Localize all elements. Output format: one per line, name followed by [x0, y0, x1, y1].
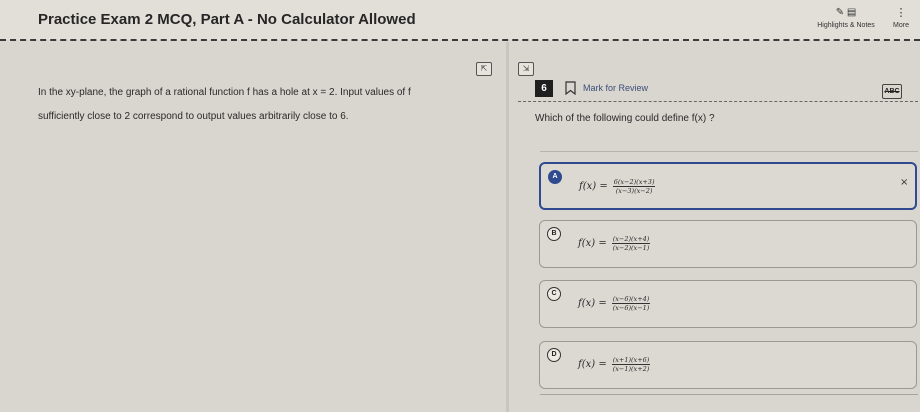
highlights-notes-button[interactable]: ✎ ▤ Highlights & Notes	[814, 6, 878, 36]
expand-left-icon[interactable]: ⇱	[476, 62, 492, 76]
question-number: 6	[535, 80, 553, 97]
choice-d[interactable]: D f(x) = (x+1)(x+6) (x−1)(x+2)	[539, 341, 917, 389]
header-divider	[0, 39, 920, 41]
choice-c-lhs: f(x) =	[578, 297, 607, 309]
choice-letter-b: B	[547, 227, 561, 241]
expand-right-icon[interactable]: ⇲	[518, 62, 534, 76]
choice-c-denominator: (x−6)(x−1)	[612, 303, 650, 312]
more-button[interactable]: ⋮ More	[886, 6, 916, 36]
highlight-pen-icon: ✎ ▤	[835, 7, 857, 18]
choice-c-fraction: (x−6)(x+4) (x−6)(x−1)	[611, 294, 651, 312]
bookmark-icon[interactable]	[565, 81, 576, 95]
more-vertical-icon: ⋮	[895, 7, 907, 19]
choices-bottom-rule	[540, 394, 918, 395]
choice-a-numerator: 6(x−2)(x+3)	[612, 177, 656, 187]
choice-letter-c: C	[547, 287, 561, 301]
choice-c[interactable]: C f(x) = (x−6)(x+4) (x−6)(x−1)	[539, 280, 917, 328]
choice-b-numerator: (x−2)(x+4)	[611, 234, 651, 244]
highlights-notes-label: Highlights & Notes	[817, 22, 875, 29]
passage-line-1: In the xy-plane, the graph of a rational…	[38, 87, 411, 98]
top-bar: Practice Exam 2 MCQ, Part A - No Calcula…	[0, 0, 920, 40]
question-stem: Which of the following could define f(x)…	[535, 113, 715, 124]
choices-top-rule	[540, 151, 918, 152]
question-divider	[518, 101, 918, 102]
passage-line-2: sufficiently close to 2 correspond to ou…	[38, 111, 349, 122]
mark-for-review-button[interactable]: Mark for Review	[583, 83, 648, 93]
eliminate-choice-a-icon[interactable]: ×	[900, 177, 908, 188]
choice-b-lhs: f(x) =	[578, 237, 607, 249]
choice-d-denominator: (x−1)(x+2)	[612, 364, 650, 373]
choice-letter-a: A	[548, 170, 562, 184]
answer-eliminator-icon[interactable]: ABC	[882, 84, 902, 99]
choice-d-expression: f(x) = (x+1)(x+6) (x−1)(x+2)	[578, 354, 651, 374]
choice-c-numerator: (x−6)(x+4)	[611, 294, 651, 304]
more-label: More	[893, 22, 909, 29]
choice-a-lhs: f(x) =	[579, 180, 608, 192]
choice-a-expression: f(x) = 6(x−2)(x+3) (x−3)(x−2)	[579, 176, 656, 196]
choice-b-expression: f(x) = (x−2)(x+4) (x−2)(x−1)	[578, 233, 651, 253]
choice-d-fraction: (x+1)(x+6) (x−1)(x+2)	[611, 355, 651, 373]
choice-letter-d: D	[547, 348, 561, 362]
choice-a-fraction: 6(x−2)(x+3) (x−3)(x−2)	[612, 177, 656, 195]
pane-divider[interactable]	[506, 42, 509, 412]
choice-d-numerator: (x+1)(x+6)	[611, 355, 651, 365]
choice-d-lhs: f(x) =	[578, 358, 607, 370]
choice-c-expression: f(x) = (x−6)(x+4) (x−6)(x−1)	[578, 293, 651, 313]
choice-b-fraction: (x−2)(x+4) (x−2)(x−1)	[611, 234, 651, 252]
choice-a[interactable]: A f(x) = 6(x−2)(x+3) (x−3)(x−2) ×	[539, 162, 917, 210]
choice-a-denominator: (x−3)(x−2)	[615, 186, 653, 195]
exam-title: Practice Exam 2 MCQ, Part A - No Calcula…	[38, 11, 416, 28]
choice-b-denominator: (x−2)(x−1)	[612, 243, 650, 252]
choice-b[interactable]: B f(x) = (x−2)(x+4) (x−2)(x−1)	[539, 220, 917, 268]
